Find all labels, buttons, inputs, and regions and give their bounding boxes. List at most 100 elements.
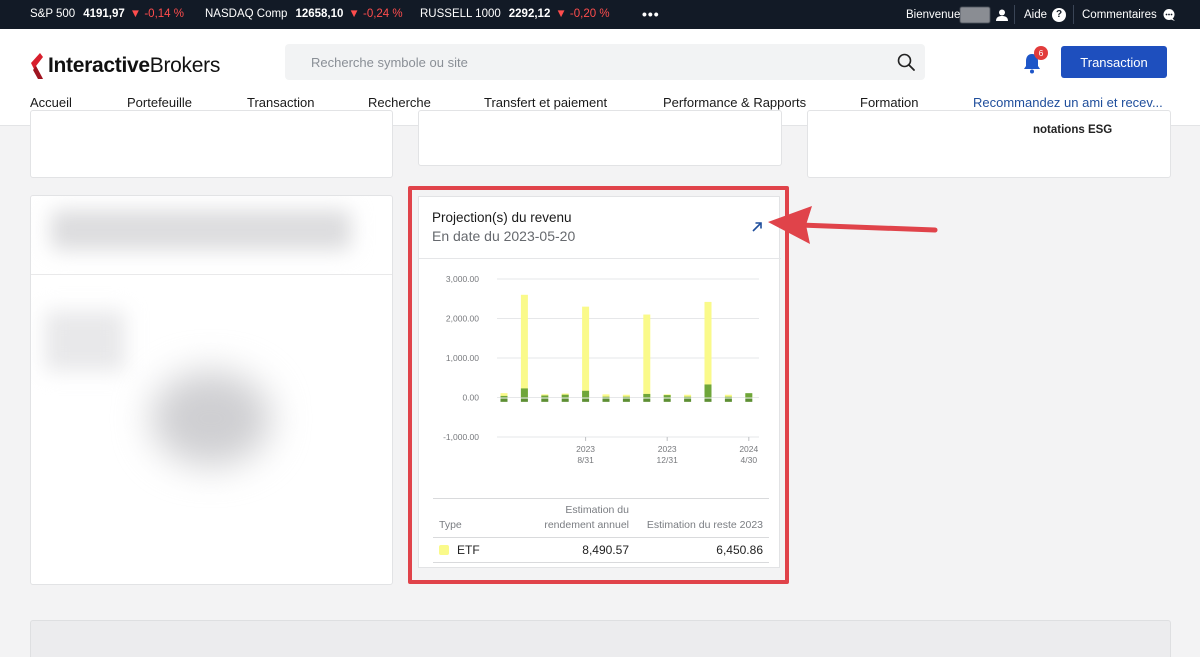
col-header-annual-2: rendement annuel	[544, 519, 629, 531]
ib-logo[interactable]: InteractiveBrokers	[30, 51, 220, 81]
divider	[1014, 5, 1015, 24]
summary-card-1	[30, 110, 393, 178]
more-tickers-button[interactable]: •••	[642, 0, 660, 29]
y-tick-label: 1,000.00	[446, 353, 479, 363]
card-date: En date du 2023-05-20	[432, 228, 576, 244]
nav-item-transfert[interactable]: Transfert et paiement	[484, 95, 607, 110]
divider	[433, 498, 769, 499]
col-header-type: Type	[439, 519, 462, 531]
feedback-link[interactable]: Commentaires	[1082, 0, 1176, 29]
welcome-user[interactable]: Bienvenue	[906, 0, 1009, 29]
ticker-value: 4191,97	[83, 8, 125, 20]
bar-secondary	[541, 395, 549, 398]
ticker-name: NASDAQ Comp	[205, 8, 288, 20]
bar-negative	[622, 398, 630, 402]
ticker-bar: S&P 500 4191,97 ▼ -0,14 % NASDAQ Comp 12658…	[0, 0, 1200, 29]
bar-negative	[561, 398, 569, 402]
bar-etf	[520, 294, 528, 398]
y-tick-label: 0.00	[462, 393, 479, 403]
y-tick-label: 2,000.00	[446, 314, 479, 324]
bar-negative	[684, 398, 692, 402]
ticker-nasdaq[interactable]: NASDAQ Comp 12658,10 ▼ -0,24 %	[205, 0, 403, 29]
bar-secondary	[561, 394, 569, 398]
row-type: ETF	[457, 543, 480, 557]
bar-secondary	[663, 395, 671, 398]
ib-logo-icon	[31, 53, 43, 79]
notification-badge: 6	[1034, 46, 1048, 60]
blurred-card	[30, 195, 393, 585]
bar-secondary	[520, 388, 528, 398]
blurred-content	[31, 196, 392, 584]
nav-item-referral[interactable]: Recommandez un ami et recev...	[973, 95, 1163, 110]
ticker-sp500[interactable]: S&P 500 4191,97 ▼ -0,14 %	[30, 0, 184, 29]
y-tick-label: 3,000.00	[446, 274, 479, 284]
bottom-card	[30, 620, 1171, 657]
bar-etf	[582, 306, 590, 398]
nav-item-formation[interactable]: Formation	[860, 95, 919, 110]
nav-item-portefeuille[interactable]: Portefeuille	[127, 95, 192, 110]
nav-item-performance[interactable]: Performance & Rapports	[663, 95, 806, 110]
ticker-value: 12658,10	[295, 8, 344, 20]
divider	[433, 537, 769, 538]
ticker-name: RUSSELL 1000	[420, 8, 501, 20]
divider	[1073, 5, 1074, 24]
income-projection-chart: 3,000.00 2,000.00 1,000.00 0.00 -1,000.00 202…	[443, 274, 759, 465]
chat-icon	[1163, 8, 1175, 21]
bar-negative	[663, 398, 671, 402]
welcome-label: Bienvenue	[906, 8, 961, 21]
search-bar	[285, 44, 925, 80]
card-title: Projection(s) du revenu	[432, 210, 572, 225]
search-input[interactable]	[285, 44, 885, 80]
ticker-change: ▼ -0,14 %	[129, 8, 184, 20]
help-label: Aide	[1024, 8, 1048, 21]
bar-secondary	[622, 396, 630, 398]
bar-etf	[704, 301, 712, 398]
etf-legend-swatch	[439, 545, 449, 555]
transaction-button[interactable]: Transaction	[1061, 46, 1167, 78]
bar-secondary	[643, 393, 651, 398]
col-header-annual-1: Estimation du	[565, 504, 629, 516]
x-tick-date: 12/31	[657, 455, 679, 465]
ticker-change: ▼ -0,20 %	[555, 8, 610, 20]
y-tick-label: -1,000.00	[443, 432, 479, 442]
x-tick-year: 2023	[658, 444, 677, 454]
bar-negative	[643, 398, 651, 402]
divider	[433, 562, 769, 563]
feedback-label: Commentaires	[1082, 8, 1157, 21]
bar-etf	[643, 314, 651, 398]
bar-negative	[582, 398, 590, 402]
row-annual: 8,490.57	[582, 543, 629, 557]
user-icon	[996, 9, 1009, 21]
bar-secondary	[602, 396, 610, 398]
row-rest: 6,450.86	[716, 543, 763, 557]
ticker-change: ▼ -0,24 %	[348, 8, 403, 20]
bar-secondary	[684, 396, 692, 398]
help-icon: ?	[1052, 7, 1067, 22]
x-tick-year: 2024	[739, 444, 758, 454]
divider	[419, 258, 781, 259]
bar-negative	[602, 398, 610, 402]
bar-negative	[704, 398, 712, 402]
logo-text: InteractiveBrokers	[48, 54, 221, 77]
bar-negative	[745, 398, 753, 402]
bar-secondary	[582, 390, 590, 398]
bar-secondary	[745, 393, 753, 398]
income-projection-card: Projection(s) du revenu En date du 2023-…	[418, 196, 781, 568]
bar-negative	[520, 398, 528, 402]
bar-secondary	[500, 395, 508, 398]
esg-label: notations ESG	[1033, 124, 1113, 136]
search-icon[interactable]	[896, 52, 916, 72]
nav-item-transaction[interactable]: Transaction	[247, 95, 314, 110]
ticker-name: S&P 500	[30, 8, 76, 20]
esg-card	[807, 110, 1171, 178]
ticker-russell[interactable]: RUSSELL 1000 2292,12 ▼ -0,20 %	[420, 0, 610, 29]
col-header-rest: Estimation du reste 2023	[646, 519, 763, 531]
bar-secondary	[704, 384, 712, 398]
summary-card-2	[418, 110, 782, 166]
bar-secondary	[724, 396, 732, 398]
help-link[interactable]: Aide ?	[1024, 0, 1067, 29]
bar-negative	[724, 398, 732, 402]
nav-item-accueil[interactable]: Accueil	[30, 95, 72, 110]
nav-item-recherche[interactable]: Recherche	[368, 95, 431, 110]
x-tick-date: 8/31	[577, 455, 594, 465]
